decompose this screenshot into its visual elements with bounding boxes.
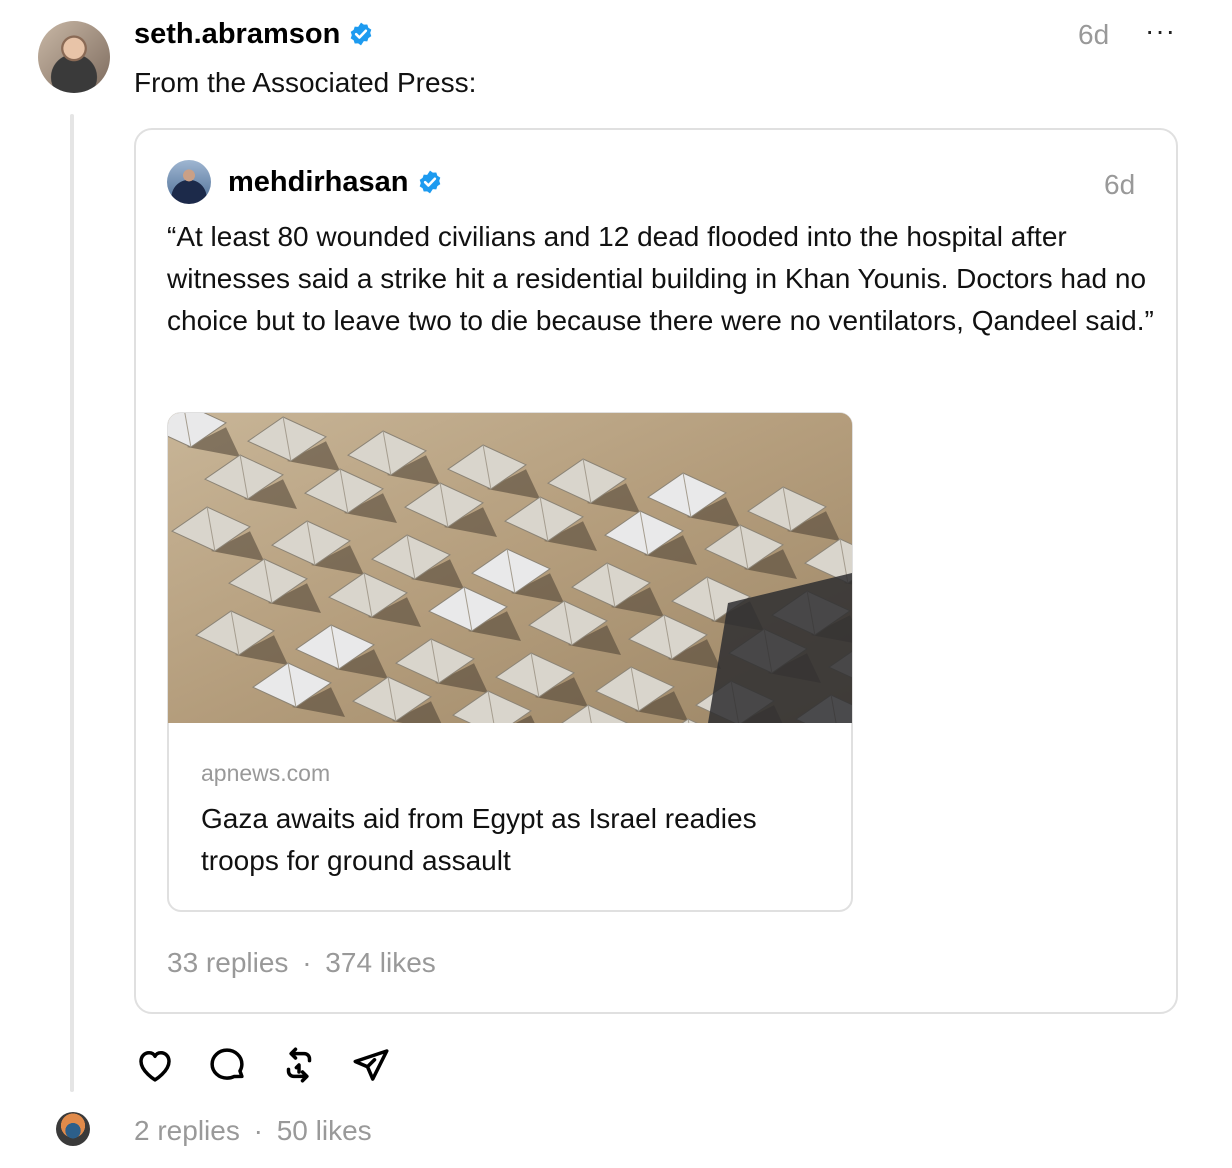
quoted-replies-count[interactable]: 33 replies	[167, 947, 288, 978]
post-text: From the Associated Press:	[134, 67, 477, 98]
thread-line	[70, 114, 74, 1092]
quoted-username[interactable]: mehdirhasan	[228, 164, 409, 200]
share-icon[interactable]	[350, 1044, 392, 1086]
replies-count[interactable]: 2 replies	[134, 1115, 240, 1146]
reply-avatar[interactable]	[56, 1112, 90, 1146]
avatar[interactable]	[38, 21, 110, 93]
post-stats: 2 replies · 50 likes	[134, 1112, 372, 1150]
comment-icon[interactable]	[206, 1044, 248, 1086]
post-time: 6d	[1078, 19, 1110, 50]
quoted-post-author[interactable]: mehdirhasan	[228, 164, 443, 200]
username[interactable]: seth.abramson	[134, 16, 340, 52]
stats-separator: ·	[302, 947, 312, 978]
more-options-icon[interactable]: ···	[1145, 14, 1176, 48]
likes-count[interactable]: 50 likes	[277, 1115, 372, 1146]
action-bar	[134, 1044, 392, 1086]
link-preview-image[interactable]	[168, 413, 852, 723]
link-domain: apnews.com	[201, 760, 331, 786]
quoted-likes-count[interactable]: 374 likes	[325, 947, 436, 978]
post-author[interactable]: seth.abramson	[134, 16, 374, 52]
quoted-post-time: 6d	[1104, 169, 1136, 200]
quoted-post-text: “At least 80 wounded civilians and 12 de…	[167, 221, 1154, 336]
verified-icon	[419, 170, 440, 194]
heart-icon[interactable]	[134, 1044, 176, 1086]
repost-icon[interactable]	[278, 1044, 320, 1086]
tents-photo	[168, 413, 852, 723]
verified-icon	[351, 22, 372, 46]
quoted-post-stats: 33 replies · 374 likes	[167, 944, 436, 982]
link-title[interactable]: Gaza awaits aid from Egypt as Israel rea…	[201, 798, 821, 882]
stats-separator: ·	[253, 1115, 263, 1146]
quoted-avatar[interactable]	[167, 160, 211, 204]
